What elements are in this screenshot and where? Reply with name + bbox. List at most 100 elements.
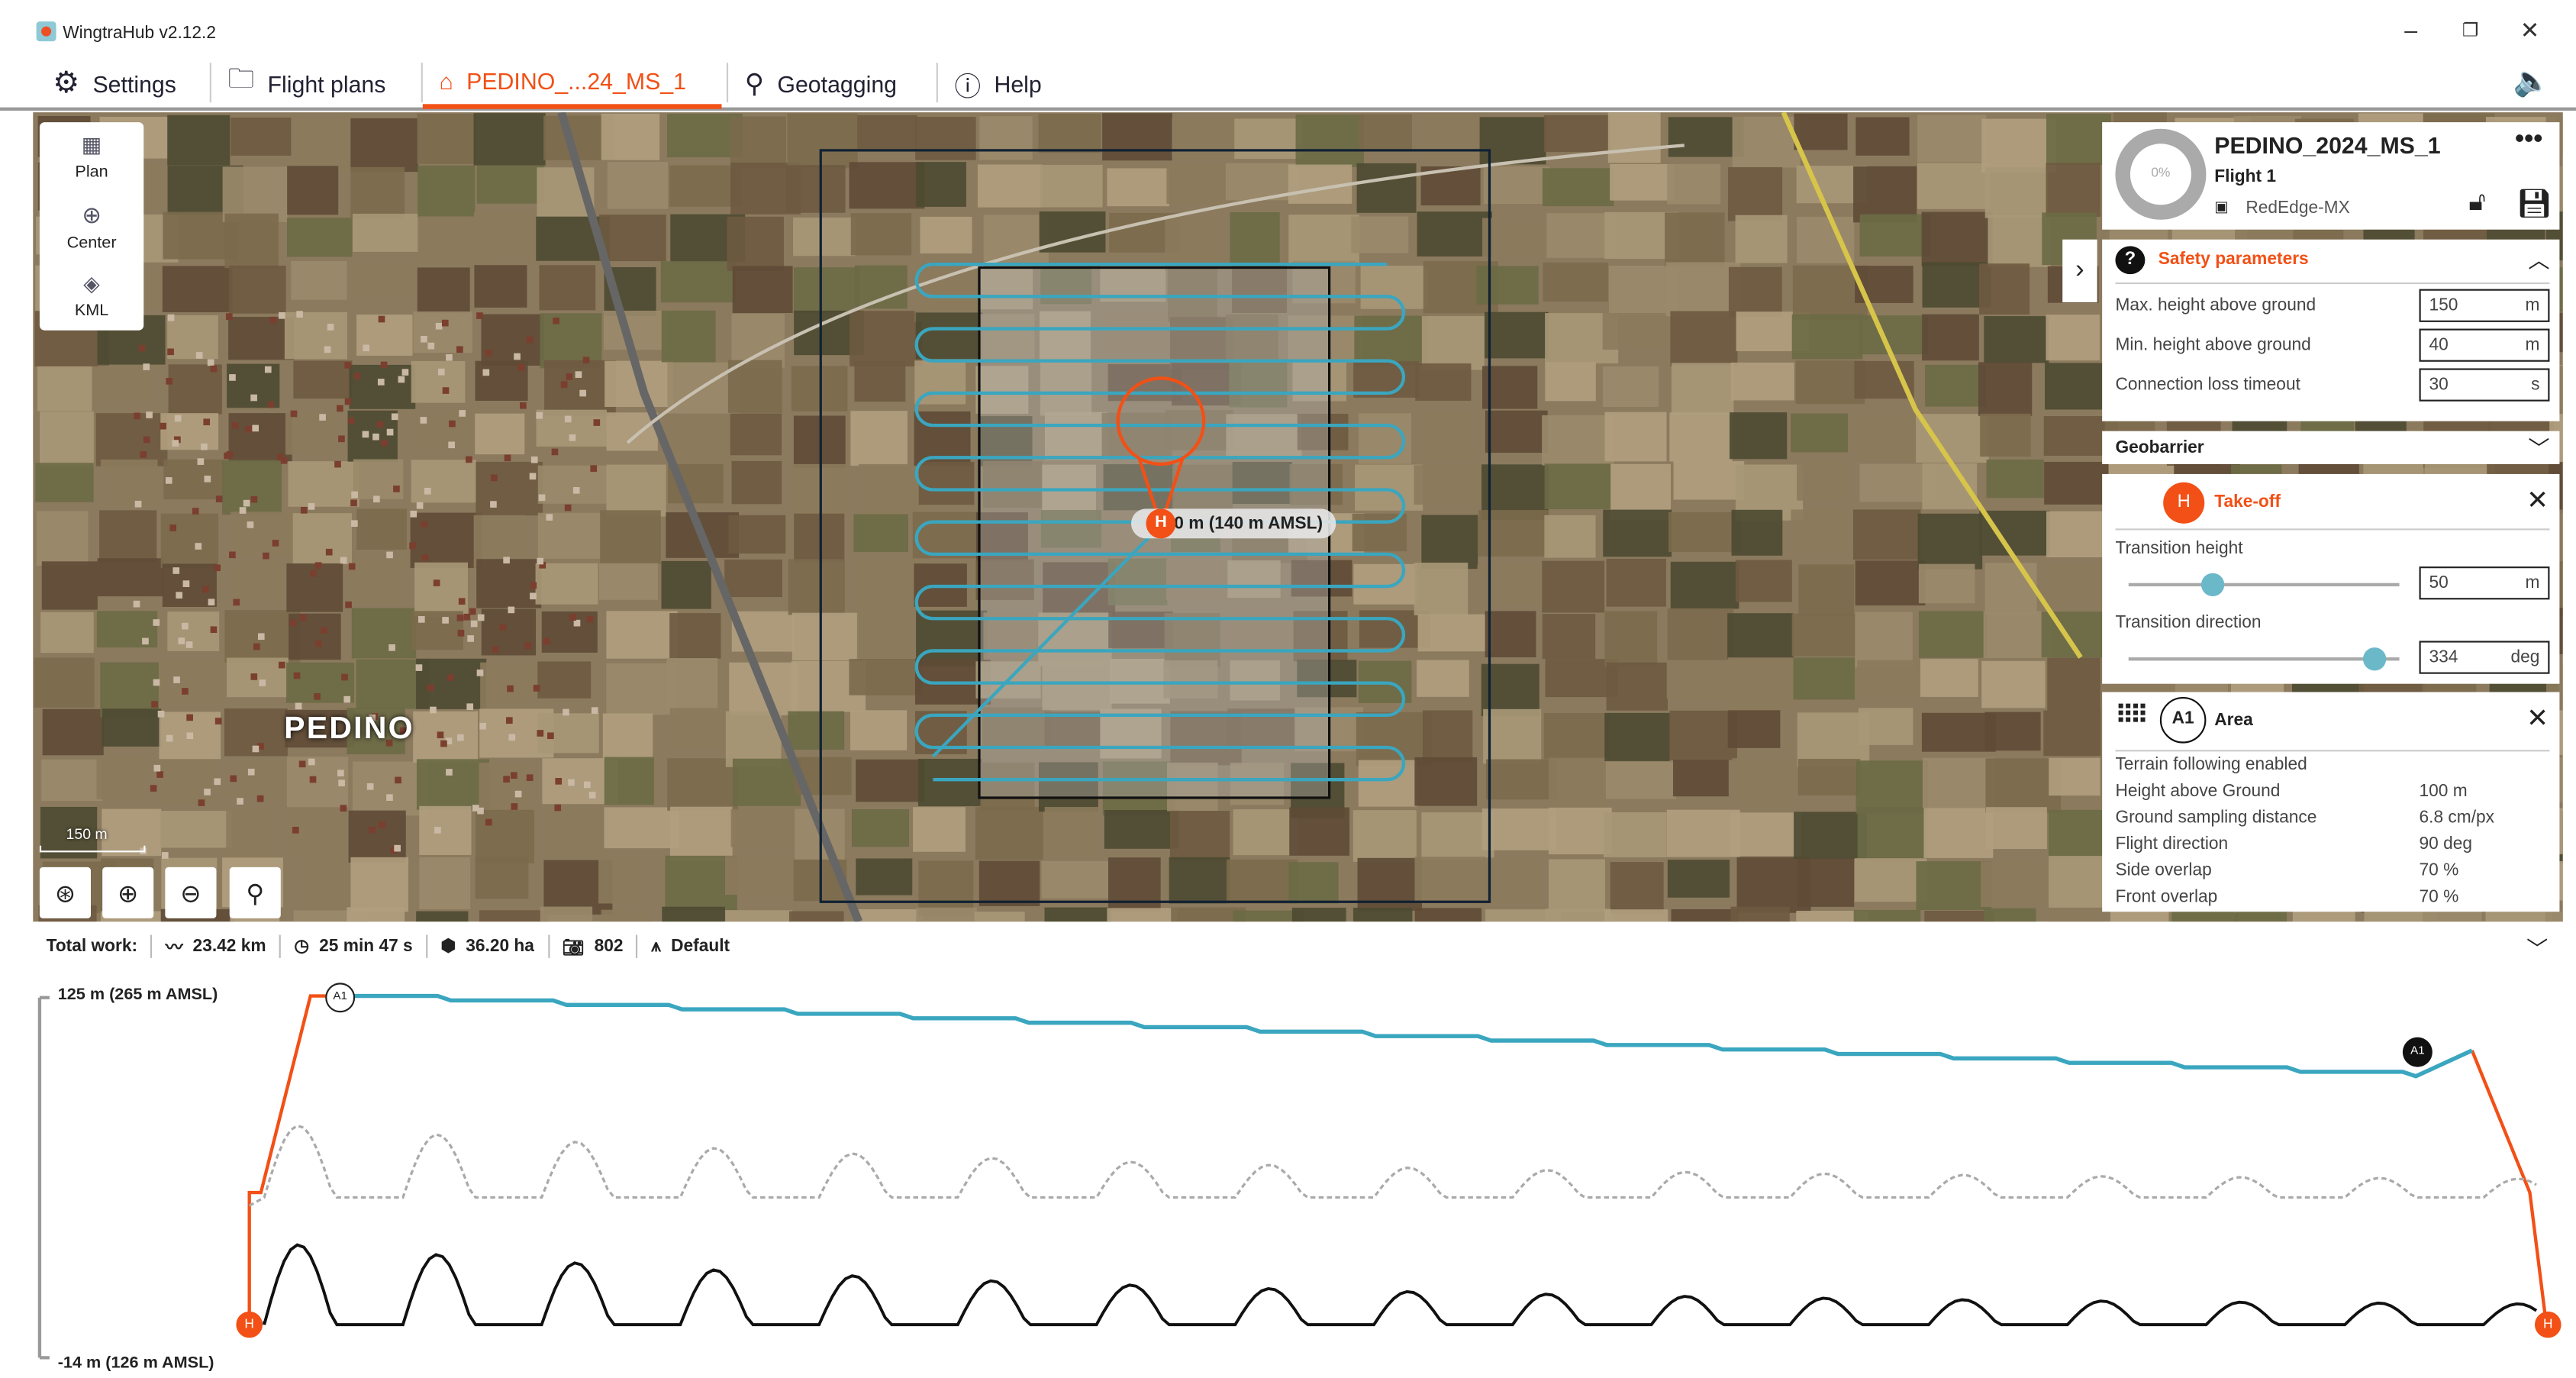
building bbox=[267, 401, 275, 408]
flight-name: PEDINO_2024_MS_1 bbox=[2214, 132, 2441, 159]
building bbox=[214, 778, 221, 786]
building bbox=[517, 364, 525, 371]
building bbox=[477, 614, 485, 621]
connection-timeout-input[interactable]: 30 s bbox=[2419, 368, 2550, 402]
field-patch bbox=[1797, 461, 1848, 501]
pin-icon: ⚲ bbox=[744, 69, 765, 98]
tab-flight-plans[interactable]: 🗀 Flight plans bbox=[211, 58, 402, 109]
restore-button[interactable]: ❐ bbox=[2454, 20, 2487, 41]
min-height-input[interactable]: 40 m bbox=[2419, 328, 2550, 362]
area-end-marker[interactable]: A1 bbox=[2402, 1037, 2433, 1067]
geobarrier-card[interactable]: Geobarrier ﹀ bbox=[2102, 431, 2560, 464]
building bbox=[458, 598, 466, 605]
plan-button[interactable]: ▦ Plan bbox=[75, 122, 108, 192]
building bbox=[442, 617, 449, 624]
building bbox=[416, 502, 424, 509]
field-patch bbox=[1922, 757, 1995, 808]
field-patch bbox=[1855, 117, 1910, 156]
building bbox=[467, 635, 474, 642]
field-patch bbox=[661, 560, 711, 609]
drag-handle-icon[interactable]: ⠿⠿ bbox=[2115, 700, 2148, 730]
transition-direction-input[interactable]: 334 deg bbox=[2419, 641, 2550, 674]
field-patch bbox=[1288, 215, 1359, 266]
field-patch bbox=[474, 265, 527, 308]
field-patch bbox=[728, 515, 786, 554]
field-patch bbox=[353, 559, 409, 605]
collapse-profile-icon[interactable]: ﹀ bbox=[2526, 931, 2548, 962]
building bbox=[334, 460, 341, 468]
minimize-button[interactable]: – bbox=[2394, 17, 2427, 44]
close-area-icon[interactable]: ✕ bbox=[2526, 702, 2549, 734]
transition-height-slider[interactable] bbox=[2128, 573, 2400, 597]
field-patch bbox=[167, 315, 218, 360]
takeoff-card: H Take-off ✕ Transition height 50 m Trans… bbox=[2102, 473, 2560, 684]
home-start-marker[interactable]: H bbox=[236, 1311, 263, 1338]
tab-geotagging[interactable]: ⚲ Geotagging bbox=[728, 58, 914, 109]
field-patch bbox=[1604, 812, 1667, 858]
transition-direction-slider[interactable] bbox=[2128, 647, 2400, 671]
close-takeoff-icon[interactable]: ✕ bbox=[2526, 484, 2549, 517]
field-patch bbox=[725, 910, 793, 922]
elevation-profile-stat[interactable]: ⩚ Default bbox=[651, 936, 730, 957]
chevron-up-icon[interactable]: ︿ bbox=[2528, 243, 2549, 274]
safety-title[interactable]: Safety parameters bbox=[2158, 250, 2309, 269]
field-patch bbox=[1916, 414, 1989, 463]
building bbox=[476, 312, 483, 319]
building bbox=[247, 521, 254, 528]
field-patch bbox=[788, 911, 844, 922]
save-icon[interactable]: 💾︎ bbox=[2516, 189, 2552, 221]
field-patch bbox=[1921, 211, 1993, 266]
center-button[interactable]: ⊕ Center bbox=[67, 192, 117, 261]
route-icon: 〰 bbox=[165, 937, 183, 957]
field-patch bbox=[479, 910, 549, 922]
building bbox=[186, 732, 194, 740]
takeoff-marker[interactable]: H bbox=[1146, 508, 1176, 539]
home-end-marker[interactable]: H bbox=[2534, 1311, 2561, 1338]
field-patch bbox=[413, 711, 478, 763]
building bbox=[192, 508, 199, 515]
building bbox=[564, 504, 572, 512]
field-patch bbox=[599, 215, 666, 262]
field-patch bbox=[226, 808, 276, 858]
building bbox=[437, 368, 445, 376]
field-patch bbox=[1606, 558, 1666, 607]
zoom-fit-button[interactable]: ⊛ bbox=[39, 866, 91, 918]
close-window-button[interactable]: ✕ bbox=[2513, 17, 2546, 45]
speaker-icon[interactable]: 🔈 bbox=[2513, 64, 2551, 98]
building bbox=[250, 394, 257, 402]
unlock-icon[interactable]: 🔓︎ bbox=[2468, 189, 2485, 218]
zoom-out-button[interactable]: ⊖ bbox=[165, 866, 217, 918]
area-start-marker[interactable]: A1 bbox=[325, 983, 356, 1013]
building bbox=[546, 514, 553, 521]
field-patch bbox=[1355, 464, 1423, 511]
tab-help[interactable]: ⓘ Help bbox=[938, 58, 1059, 109]
chevron-down-icon[interactable]: ﹀ bbox=[2528, 431, 2549, 463]
field-patch bbox=[1417, 413, 1472, 460]
field-patch bbox=[1422, 710, 1473, 763]
expand-panel-button[interactable]: › bbox=[2062, 239, 2097, 302]
building bbox=[434, 827, 441, 834]
clock-icon: ◷ bbox=[294, 936, 310, 957]
kml-button[interactable]: ◈ KML bbox=[75, 261, 108, 331]
field-patch bbox=[1602, 312, 1668, 350]
field-patch bbox=[1041, 860, 1112, 899]
max-height-input[interactable]: 150 m bbox=[2419, 289, 2550, 322]
folder-icon: 🗀 bbox=[227, 66, 255, 95]
field-patch bbox=[606, 464, 666, 517]
building bbox=[378, 315, 385, 323]
search-button[interactable]: ⚲ bbox=[229, 866, 281, 918]
field-patch bbox=[414, 562, 469, 617]
zoom-in-icon: ⊕ bbox=[118, 879, 139, 908]
field-patch bbox=[411, 360, 466, 403]
building bbox=[469, 608, 476, 615]
building bbox=[555, 778, 563, 785]
field-patch bbox=[229, 265, 286, 314]
more-options-button[interactable]: ••• bbox=[2515, 125, 2542, 155]
field-patch bbox=[791, 612, 859, 661]
transition-height-input[interactable]: 50 m bbox=[2419, 566, 2550, 600]
tab-flight-plan-active[interactable]: ⌂ PEDINO_...24_MS_1 bbox=[422, 58, 722, 109]
building bbox=[456, 346, 463, 353]
tab-settings[interactable]: ⚙ Settings bbox=[37, 58, 193, 109]
building bbox=[293, 672, 301, 679]
zoom-in-button[interactable]: ⊕ bbox=[102, 866, 154, 918]
